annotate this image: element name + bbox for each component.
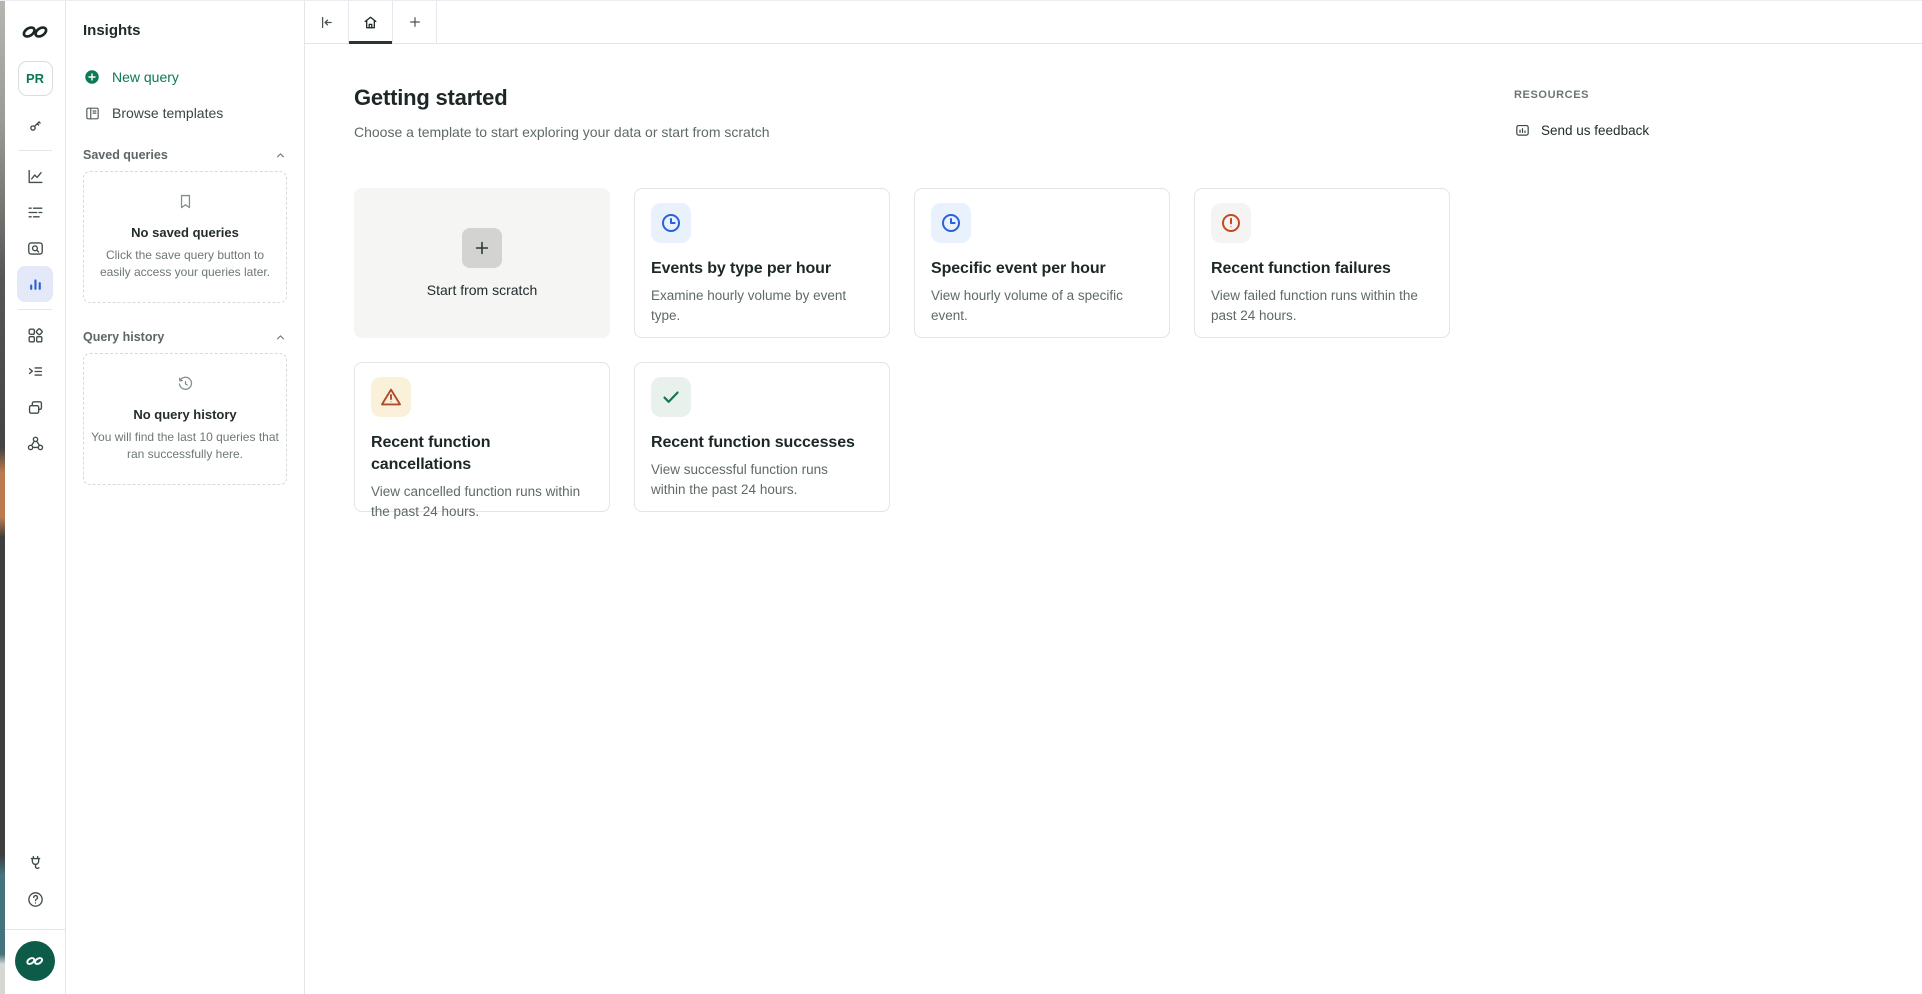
tab-bar — [305, 1, 1922, 44]
query-history-empty-state: No query history You will find the last … — [83, 353, 287, 485]
card-description: View hourly volume of a specific event. — [931, 286, 1141, 326]
sidebar-actions: New query Browse templates — [83, 63, 287, 127]
clock-icon — [931, 203, 971, 243]
bookmark-icon — [176, 192, 195, 211]
nav-rail: PR — [5, 1, 66, 994]
start-from-scratch-card[interactable]: Start from scratch — [354, 188, 610, 338]
templates-icon — [83, 104, 101, 122]
metrics-icon[interactable] — [17, 158, 53, 194]
card-description: View successful function runs within the… — [651, 460, 861, 500]
divider — [5, 929, 65, 930]
saved-queries-empty-text: Click the save query button to easily ac… — [89, 247, 281, 280]
browse-templates-label: Browse templates — [112, 105, 223, 121]
page-subtitle: Choose a template to start exploring you… — [354, 122, 1450, 142]
keys-icon[interactable] — [17, 107, 53, 143]
feedback-icon — [1514, 122, 1531, 139]
send-feedback-button[interactable]: Send us feedback — [1514, 122, 1649, 139]
sidebar-title: Insights — [83, 21, 287, 41]
divider — [18, 309, 52, 310]
app-window: PR — [0, 0, 1922, 994]
plus-circle-icon — [83, 68, 101, 86]
template-card-events-by-type[interactable]: Events by type per hour Examine hourly v… — [634, 188, 890, 338]
template-card-function-failures[interactable]: Recent function failures View failed fun… — [1194, 188, 1450, 338]
new-query-label: New query — [112, 69, 179, 85]
template-card-grid: Start from scratch Events by type per ho… — [354, 188, 1450, 512]
chevron-up-icon — [274, 331, 287, 344]
card-title: Recent function cancellations — [371, 432, 593, 476]
template-card-function-cancellations[interactable]: Recent function cancellations View cance… — [354, 362, 610, 512]
environment-badge[interactable]: PR — [18, 61, 53, 96]
query-history-empty-title: No query history — [133, 406, 236, 424]
card-description: View failed function runs within the pas… — [1211, 286, 1421, 326]
card-title: Events by type per hour — [651, 258, 873, 280]
saved-queries-empty-state: No saved queries Click the save query bu… — [83, 171, 287, 303]
card-title: Recent function failures — [1211, 258, 1433, 280]
query-history-title: Query history — [83, 329, 164, 345]
history-icon — [176, 374, 195, 393]
card-title: Specific event per hour — [931, 258, 1153, 280]
new-tab-button[interactable] — [393, 1, 437, 43]
getting-started-column: Getting started Choose a template to sta… — [354, 44, 1450, 994]
home-icon — [362, 14, 379, 31]
insights-icon[interactable] — [17, 266, 53, 302]
query-history-section-header[interactable]: Query history — [83, 329, 287, 345]
tab-home[interactable] — [349, 1, 393, 43]
getting-started-view: Getting started Choose a template to sta… — [305, 44, 1922, 994]
inngest-logo[interactable] — [17, 14, 53, 50]
webhooks-icon[interactable] — [17, 425, 53, 461]
clock-icon — [651, 203, 691, 243]
template-card-specific-event[interactable]: Specific event per hour View hourly volu… — [914, 188, 1170, 338]
template-card-function-successes[interactable]: Recent function successes View successfu… — [634, 362, 890, 512]
warning-triangle-icon — [371, 377, 411, 417]
saved-queries-section-header[interactable]: Saved queries — [83, 147, 287, 163]
main-content: Getting started Choose a template to sta… — [305, 1, 1922, 994]
resources-heading: RESOURCES — [1514, 88, 1922, 102]
page-title: Getting started — [354, 84, 1450, 112]
user-avatar[interactable] — [15, 941, 55, 981]
saved-queries-empty-title: No saved queries — [131, 224, 239, 242]
plus-icon — [462, 228, 502, 268]
card-description: Examine hourly volume by event type. — [651, 286, 861, 326]
help-icon[interactable] — [17, 881, 53, 917]
start-from-scratch-label: Start from scratch — [427, 282, 537, 298]
query-history-empty-text: You will find the last 10 queries that r… — [89, 429, 281, 462]
divider — [18, 150, 52, 151]
run-search-icon[interactable] — [17, 230, 53, 266]
card-title: Recent function successes — [651, 432, 873, 454]
apps-icon[interactable] — [17, 317, 53, 353]
collapse-sidebar-button[interactable] — [305, 1, 349, 43]
event-logs-icon[interactable] — [17, 194, 53, 230]
check-icon — [651, 377, 691, 417]
card-description: View cancelled function runs within the … — [371, 482, 581, 522]
chevron-up-icon — [274, 149, 287, 162]
rail-bottom — [5, 845, 65, 994]
integrations-plug-icon[interactable] — [17, 845, 53, 881]
alert-circle-icon — [1211, 203, 1251, 243]
environment-badge-label: PR — [26, 71, 44, 86]
queue-icon[interactable] — [17, 353, 53, 389]
browse-templates-button[interactable]: Browse templates — [83, 99, 287, 127]
saved-queries-title: Saved queries — [83, 147, 168, 163]
windows-icon[interactable] — [17, 389, 53, 425]
resources-panel: RESOURCES Send us feedback — [1514, 44, 1922, 994]
new-query-button[interactable]: New query — [83, 63, 287, 91]
insights-sidebar: Insights New query Browse templates — [66, 1, 305, 994]
send-feedback-label: Send us feedback — [1541, 123, 1649, 138]
